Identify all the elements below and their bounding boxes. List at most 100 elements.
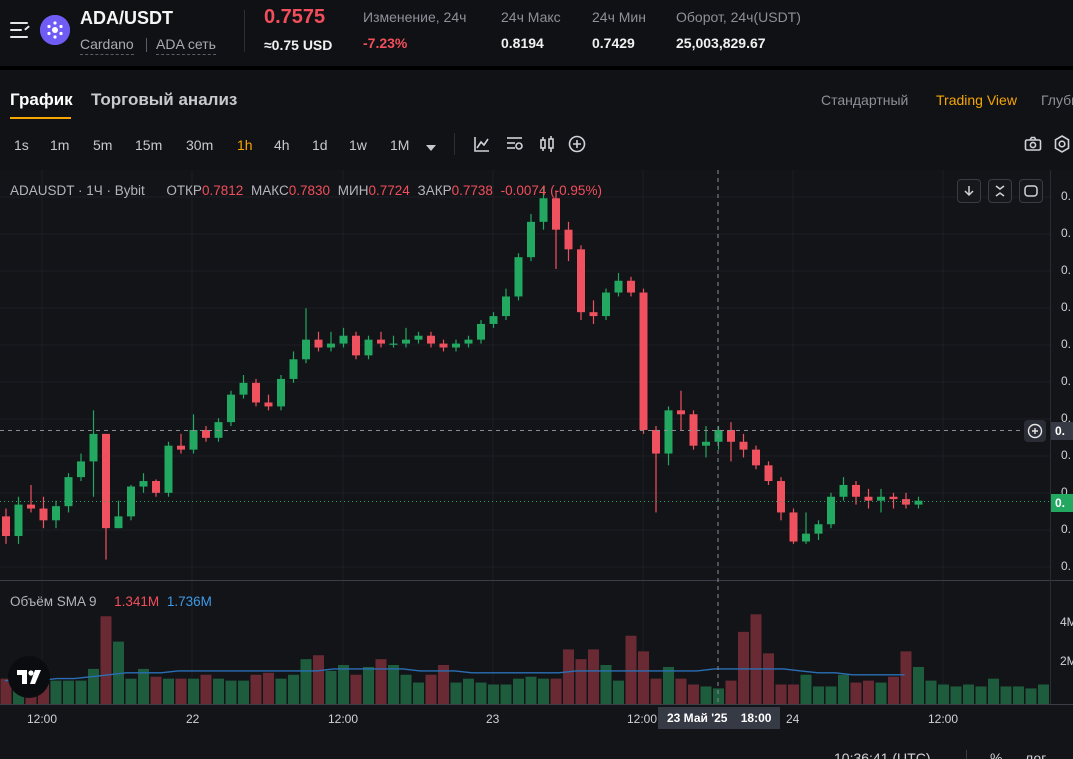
view-tradingview[interactable]: Trading View: [936, 92, 1017, 108]
timeframe-1m[interactable]: 1m: [50, 137, 69, 153]
view-depth[interactable]: Глубина: [1041, 92, 1073, 108]
candlestick-chart[interactable]: [0, 170, 1073, 759]
volume-bar: [863, 680, 874, 704]
candle-body: [789, 512, 798, 542]
timeframe-15m[interactable]: 15m: [135, 137, 162, 153]
candle-body: [452, 343, 460, 348]
collapse-icon[interactable]: [988, 179, 1012, 203]
volume-bar: [663, 666, 674, 704]
pair-title[interactable]: ADA/USDT: [80, 8, 173, 29]
footer-clock[interactable]: 10:36:41 (UTC): [834, 750, 930, 759]
fullscreen-icon[interactable]: [1019, 179, 1043, 203]
volume-bar: [975, 686, 987, 704]
candle-body: [364, 339, 373, 356]
camera-icon[interactable]: [1024, 136, 1042, 157]
volume-bar: [63, 680, 74, 704]
candle-body: [914, 500, 923, 505]
volume-bar: [450, 682, 462, 704]
candle-body: [739, 441, 748, 450]
candle-body: [289, 359, 298, 379]
tab-chart[interactable]: График: [10, 90, 73, 110]
volume-bar: [725, 680, 737, 704]
candle-body: [564, 229, 573, 250]
legend-symbol: ADAUSDT · 1Ч · Bybit: [10, 183, 145, 198]
candle-body: [802, 533, 810, 542]
scroll-down-icon[interactable]: [957, 179, 981, 203]
timeframe-1d[interactable]: 1d: [312, 137, 328, 153]
legend-high: 0.7830: [288, 183, 331, 198]
candle-body: [814, 524, 823, 534]
candle-body: [614, 280, 623, 293]
timeframe-4h[interactable]: 4h: [274, 137, 290, 153]
view-standard[interactable]: Стандартный: [821, 92, 908, 108]
stat-value-change: -7.23%: [363, 35, 408, 51]
time-tick: 12:00: [627, 712, 658, 726]
timeframe-30m[interactable]: 30m: [186, 137, 213, 153]
footer-log[interactable]: лог: [1025, 750, 1046, 759]
timeframe-1s[interactable]: 1s: [14, 137, 29, 153]
coin-name[interactable]: Cardano: [80, 36, 134, 55]
volume-bar: [413, 682, 424, 704]
candle-body: [139, 481, 148, 487]
legend-low: 0.7724: [368, 183, 410, 198]
stat-value-turnover: 25,003,829.67: [676, 35, 766, 51]
candle-body: [677, 410, 685, 415]
candle-body: [464, 339, 473, 344]
candle-body: [352, 335, 360, 356]
volume-bar: [400, 674, 412, 704]
volume-bar: [1025, 688, 1037, 704]
footer-divider: [966, 750, 967, 759]
timeframe-5m[interactable]: 5m: [93, 137, 112, 153]
candle-body: [227, 394, 235, 423]
view-depth-clip: Глубина: [1041, 92, 1073, 110]
time-tick: 12:00: [928, 712, 959, 726]
volume-bar: [950, 686, 962, 704]
header-divider: [0, 66, 1073, 70]
timeframe-1w[interactable]: 1w: [349, 137, 367, 153]
candle-body: [152, 481, 160, 493]
candle-body: [102, 433, 110, 529]
candle-body: [402, 339, 410, 344]
candle-body: [527, 221, 535, 258]
candle-body: [327, 343, 335, 348]
candle-body: [552, 198, 560, 230]
gear-icon[interactable]: [1053, 135, 1071, 158]
time-tick: 22: [186, 712, 200, 726]
volume-legend-value2: 1.736M: [166, 594, 212, 609]
volume-bar: [275, 678, 287, 704]
candle-body: [889, 496, 898, 500]
volume-bar: [238, 680, 249, 704]
volume-bar: [363, 666, 374, 704]
footer-percent[interactable]: %: [990, 750, 1002, 759]
menu-icon[interactable]: [10, 22, 32, 38]
volume-bar: [150, 676, 162, 704]
price-tick: 0.: [1061, 263, 1072, 277]
last-price: 0.7575: [264, 6, 326, 28]
volume-bar: [575, 659, 587, 704]
candle-body: [214, 422, 223, 438]
time-tick: 23: [486, 712, 500, 726]
volume-bar: [675, 678, 687, 704]
candle-body: [2, 516, 10, 537]
price-axis[interactable]: 0. 0. 0. 0. 0. 0. 0. 0. 0. 0. 0.: [1058, 170, 1073, 580]
volume-bar: [588, 649, 599, 704]
last-price-label: 0.: [1051, 494, 1073, 512]
chart-settings-icon[interactable]: [505, 135, 525, 158]
tab-trading-analysis[interactable]: Торговый анализ: [91, 90, 237, 110]
network-link[interactable]: ADA сеть: [156, 36, 216, 55]
timeframe-1h[interactable]: 1h: [237, 137, 253, 153]
header-vdivider: [244, 10, 245, 52]
add-icon[interactable]: [568, 135, 586, 158]
price-tick: 0.: [1061, 189, 1072, 203]
volume-bar: [163, 678, 174, 704]
crosshair-add-icon[interactable]: [1024, 420, 1046, 442]
indicators-icon[interactable]: [473, 135, 491, 158]
legend-open-label: ОТКР: [166, 183, 202, 198]
volume-bar: [850, 682, 862, 704]
timeframe-1M[interactable]: 1M: [390, 137, 409, 153]
volume-bar: [963, 684, 974, 704]
timeframe-dropdown-icon[interactable]: [425, 140, 437, 158]
candle-type-icon[interactable]: [538, 135, 556, 158]
candle-body: [589, 312, 598, 317]
volume-bar: [625, 635, 637, 704]
